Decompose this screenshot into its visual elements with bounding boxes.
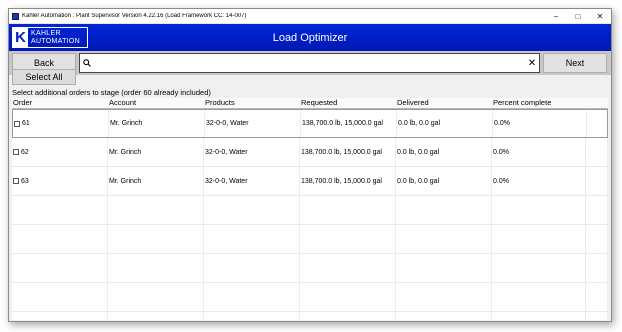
close-button[interactable]: ✕ (589, 9, 611, 24)
account-cell: Mr. Grinch (109, 110, 205, 137)
row-checkbox[interactable] (13, 149, 19, 155)
empty-row (12, 196, 608, 225)
kahler-logo: K KAHLER AUTOMATION (12, 27, 88, 48)
column-header-spacer (586, 98, 608, 108)
requested-cell: 138,700.0 lb, 15,000.0 gal (301, 110, 397, 137)
next-button[interactable]: Next (543, 53, 607, 73)
spacer-cell (587, 110, 608, 137)
order-number: 62 (21, 148, 29, 156)
empty-row (12, 312, 608, 320)
column-header-order[interactable]: Order (12, 98, 108, 108)
select-all-button[interactable]: Select All (12, 69, 76, 85)
spacer-cell (586, 138, 608, 166)
row-checkbox[interactable] (14, 120, 20, 127)
delivered-cell: 0.0 lb, 0.0 gal (396, 167, 492, 195)
window-title: Kahler Automation : Plant Supervisor Ver… (22, 13, 247, 19)
logo-wordmark: KAHLER AUTOMATION (28, 30, 80, 46)
percent-cell: 0.0% (492, 138, 586, 166)
app-icon (12, 12, 19, 20)
orders-table: Order Account Products Requested Deliver… (12, 98, 608, 320)
order-cell: 61 (13, 110, 109, 137)
title-bar: Kahler Automation : Plant Supervisor Ver… (9, 9, 611, 24)
order-number: 63 (21, 177, 29, 185)
column-header-delivered[interactable]: Delivered (396, 98, 492, 108)
column-header-account[interactable]: Account (108, 98, 204, 108)
search-input[interactable] (94, 58, 525, 68)
products-cell: 32-0-0, Water (204, 138, 300, 166)
instruction-text: Select additional orders to stage (order… (12, 88, 211, 97)
order-cell: 63 (12, 167, 108, 195)
percent-cell: 0.0% (492, 167, 586, 195)
app-window: Kahler Automation : Plant Supervisor Ver… (8, 8, 612, 322)
header-bar: K KAHLER AUTOMATION Load Optimizer (9, 24, 611, 51)
empty-row (12, 254, 608, 283)
products-cell: 32-0-0, Water (205, 110, 301, 137)
spacer-cell (586, 167, 608, 195)
close-icon[interactable]: ✕ (525, 58, 539, 69)
delivered-cell: 0.0 lb, 0.0 gal (396, 138, 492, 166)
delivered-cell: 0.0 lb, 0.0 gal (397, 110, 493, 137)
percent-cell: 0.0% (493, 110, 587, 137)
row-checkbox[interactable] (13, 178, 19, 184)
empty-row (12, 283, 608, 312)
order-number: 61 (22, 120, 30, 127)
maximize-button[interactable]: □ (567, 9, 589, 24)
requested-cell: 138,700.0 lb, 15,000.0 gal (300, 138, 396, 166)
logo-line-1: KAHLER (31, 29, 61, 37)
table-row[interactable]: 61 Mr. Grinch 32-0-0, Water 138,700.0 lb… (12, 109, 608, 138)
table-row[interactable]: 62 Mr. Grinch 32-0-0, Water 138,700.0 lb… (12, 138, 608, 167)
empty-row (12, 225, 608, 254)
search-icon (80, 59, 94, 67)
account-cell: Mr. Grinch (108, 138, 204, 166)
logo-line-2: AUTOMATION (31, 37, 81, 45)
page-title: Load Optimizer (272, 31, 348, 44)
column-header-percent[interactable]: Percent complete (492, 98, 586, 108)
toolbar: Back ✕ Next (9, 51, 611, 75)
logo-letter: K (13, 28, 28, 47)
account-cell: Mr. Grinch (108, 167, 204, 195)
table-header: Order Account Products Requested Deliver… (12, 98, 608, 109)
minimize-button[interactable]: – (545, 9, 567, 24)
table-row[interactable]: 63 Mr. Grinch 32-0-0, Water 138,700.0 lb… (12, 167, 608, 196)
search-box[interactable]: ✕ (79, 53, 540, 73)
products-cell: 32-0-0, Water (204, 167, 300, 195)
column-header-products[interactable]: Products (204, 98, 300, 108)
column-header-requested[interactable]: Requested (300, 98, 396, 108)
order-cell: 62 (12, 138, 108, 166)
requested-cell: 138,700.0 lb, 15,000.0 gal (300, 167, 396, 195)
